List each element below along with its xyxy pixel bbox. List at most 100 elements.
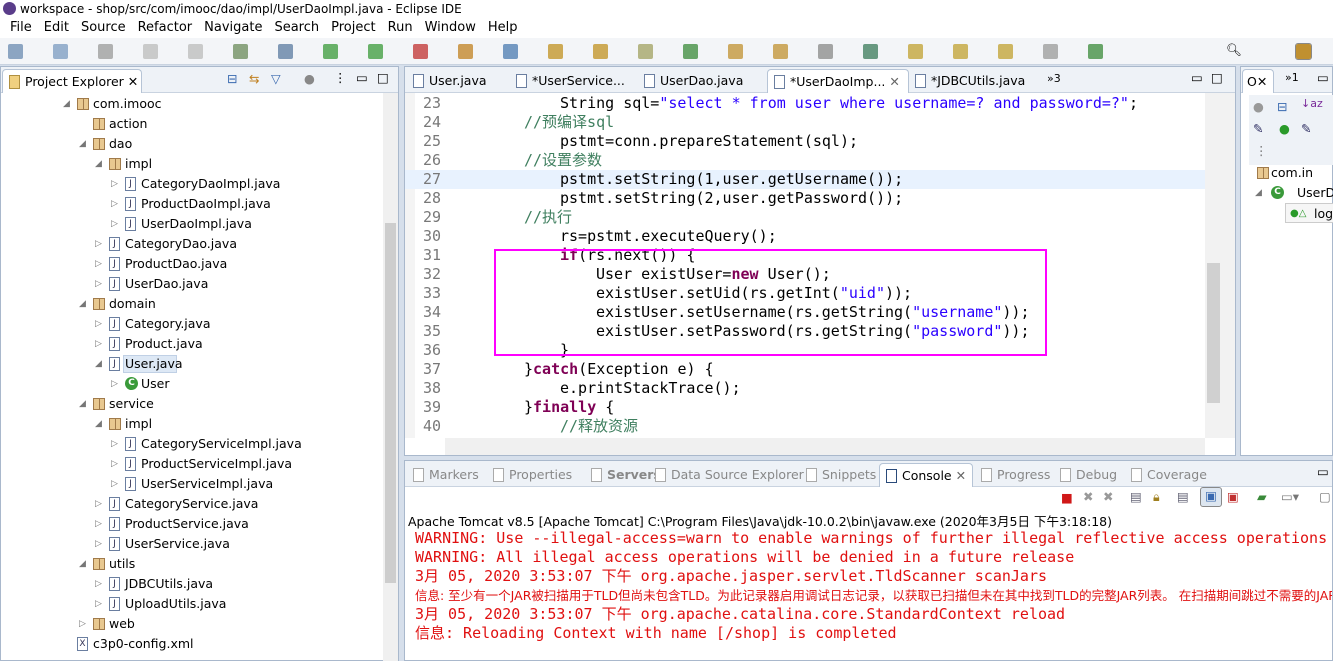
tab-coverage[interactable]: Coverage	[1125, 463, 1207, 487]
tree-item[interactable]: ◢ utils	[1, 554, 383, 574]
scrollbar-thumb[interactable]	[1207, 263, 1220, 403]
terminate-icon[interactable]	[278, 44, 293, 59]
tree-item[interactable]: ◢ domain	[1, 294, 383, 314]
annotation-icon[interactable]	[683, 44, 698, 59]
collapsed-arrow-icon[interactable]: ▷	[95, 314, 102, 334]
outline-item[interactable]: com.in	[1257, 163, 1313, 183]
maximize-icon[interactable]: □	[377, 70, 389, 85]
open-perspective-icon[interactable]	[1043, 44, 1058, 59]
editor-tab[interactable]: *UserService...	[510, 69, 638, 93]
minimize-icon[interactable]: ▭	[1317, 70, 1329, 85]
tree-item[interactable]: action	[1, 114, 383, 134]
tree-item[interactable]: ◢ service	[1, 394, 383, 414]
code-editor[interactable]: 23 String sql="select * from user where u…	[405, 93, 1205, 438]
scroll-lock-icon[interactable]: 🔒︎	[1153, 489, 1160, 505]
tree-item[interactable]: ▷ web	[1, 614, 383, 634]
save-all-icon[interactable]	[98, 44, 113, 59]
tree-item[interactable]: ▷ J UserDao.java	[1, 274, 383, 294]
tree-item[interactable]: ▷ J Category.java	[1, 314, 383, 334]
explorer-scrollbar[interactable]	[383, 93, 398, 661]
tree-item[interactable]: ▷ J Product.java	[1, 334, 383, 354]
expanded-arrow-icon[interactable]: ◢	[79, 394, 86, 414]
outline-item[interactable]: ◢ C UserD	[1255, 183, 1333, 203]
tab-data-source-explorer[interactable]: Data Source Explorer	[649, 463, 804, 487]
collapsed-arrow-icon[interactable]: ▷	[111, 174, 118, 194]
prev-annotation-icon[interactable]	[863, 44, 878, 59]
search-icon[interactable]	[593, 44, 608, 59]
view-menu-icon[interactable]: ⋮	[334, 70, 347, 85]
close-icon[interactable]: ✕	[885, 74, 899, 89]
open-type-icon[interactable]	[503, 44, 518, 59]
hide-static-icon[interactable]: ✎	[1253, 121, 1263, 136]
forward-icon[interactable]	[953, 44, 968, 59]
tree-item[interactable]: ▷ J ProductDaoImpl.java	[1, 194, 383, 214]
pin-console-icon[interactable]: ▰	[1257, 489, 1267, 504]
tree-item[interactable]: ▷ J UserServiceImpl.java	[1, 474, 383, 494]
editor-hscrollbar[interactable]	[445, 438, 1205, 455]
expanded-arrow-icon[interactable]: ◢	[79, 294, 86, 314]
sort-az-icon[interactable]: ↓az	[1301, 97, 1323, 110]
focus-icon[interactable]: ●	[304, 71, 315, 86]
tree-item[interactable]: ◢ impl	[1, 154, 383, 174]
minimize-icon[interactable]: ▭	[356, 70, 368, 85]
show-on-stderr-icon[interactable]: ▣	[1227, 489, 1239, 504]
tree-item[interactable]: ▷ J ProductServiceImpl.java	[1, 454, 383, 474]
open-folder-icon[interactable]	[548, 44, 563, 59]
hide-local-icon[interactable]: ✎	[1301, 121, 1311, 136]
expanded-arrow-icon[interactable]: ◢	[63, 94, 70, 114]
collapsed-arrow-icon[interactable]: ▷	[111, 214, 118, 234]
menu-search[interactable]: Search	[268, 18, 325, 38]
tree-item[interactable]: ▷ J CategoryDaoImpl.java	[1, 174, 383, 194]
tab-properties[interactable]: Properties	[487, 463, 572, 487]
new-icon[interactable]	[8, 44, 23, 59]
minimize-icon[interactable]: ▭	[1317, 464, 1329, 479]
collapsed-arrow-icon[interactable]: ▷	[95, 254, 102, 274]
hide-nonpublic-icon[interactable]: ●	[1279, 121, 1290, 136]
tree-item[interactable]: ▷ J CategoryServiceImpl.java	[1, 434, 383, 454]
minimize-icon[interactable]: ▭	[1191, 70, 1203, 85]
web-browser-icon[interactable]	[728, 44, 743, 59]
tab-outline[interactable]: O✕	[1242, 69, 1274, 93]
collapsed-arrow-icon[interactable]: ▷	[111, 194, 118, 214]
collapse-all-icon[interactable]: ⊟	[227, 71, 237, 86]
pin-icon[interactable]	[998, 44, 1013, 59]
outline-item[interactable]: ●△ logi	[1285, 203, 1333, 223]
editor-tab[interactable]: *JDBCUtils.java	[909, 69, 1039, 93]
word-wrap-icon[interactable]: ▤	[1177, 489, 1189, 504]
menu-edit[interactable]: Edit	[38, 18, 75, 38]
editor-tab[interactable]: UserDao.java	[638, 69, 767, 93]
tree-item[interactable]: ▷ C User	[1, 374, 383, 394]
clear-console-icon[interactable]: ▤	[1130, 489, 1142, 504]
new-class-icon[interactable]	[458, 44, 473, 59]
collapsed-arrow-icon[interactable]: ▷	[111, 374, 118, 394]
remove-launch-icon[interactable]: ✖	[1083, 489, 1093, 504]
close-icon[interactable]: ✕	[128, 74, 138, 89]
expanded-arrow-icon[interactable]: ◢	[95, 354, 102, 374]
expanded-arrow-icon[interactable]: ◢	[79, 554, 86, 574]
java-perspective-icon[interactable]	[1088, 44, 1103, 59]
tree-item[interactable]: ◢ impl	[1, 414, 383, 434]
tab-console[interactable]: Console ✕	[879, 463, 974, 487]
tree-item[interactable]: ◢ J User.java	[1, 354, 383, 374]
view-menu-icon[interactable]: ⋮	[1255, 143, 1268, 158]
mark-icon[interactable]	[638, 44, 653, 59]
search-icon[interactable]: 🔍︎	[1226, 42, 1242, 58]
resume-icon[interactable]	[188, 44, 203, 59]
ext-tools-icon[interactable]	[773, 44, 788, 59]
maximize-icon[interactable]: □	[1211, 70, 1223, 85]
close-icon[interactable]: ✕	[952, 468, 972, 483]
collapsed-arrow-icon[interactable]: ▷	[95, 234, 102, 254]
expanded-arrow-icon[interactable]: ◢	[95, 154, 102, 174]
menu-navigate[interactable]: Navigate	[198, 18, 268, 38]
menu-file[interactable]: File	[4, 18, 38, 38]
tab-debug[interactable]: Debug	[1054, 463, 1117, 487]
remove-all-icon[interactable]: ✖	[1103, 489, 1113, 504]
tree-item[interactable]: ▷ J JDBCUtils.java	[1, 574, 383, 594]
tree-item[interactable]: ▷ J ProductService.java	[1, 514, 383, 534]
collapsed-arrow-icon[interactable]: ▷	[79, 614, 86, 634]
menu-window[interactable]: Window	[419, 18, 482, 38]
coverage-icon[interactable]	[413, 44, 428, 59]
tree-item[interactable]: ▷ J CategoryDao.java	[1, 234, 383, 254]
tree-item[interactable]: ◢ com.imooc	[1, 94, 383, 114]
suspend-icon[interactable]	[233, 44, 248, 59]
